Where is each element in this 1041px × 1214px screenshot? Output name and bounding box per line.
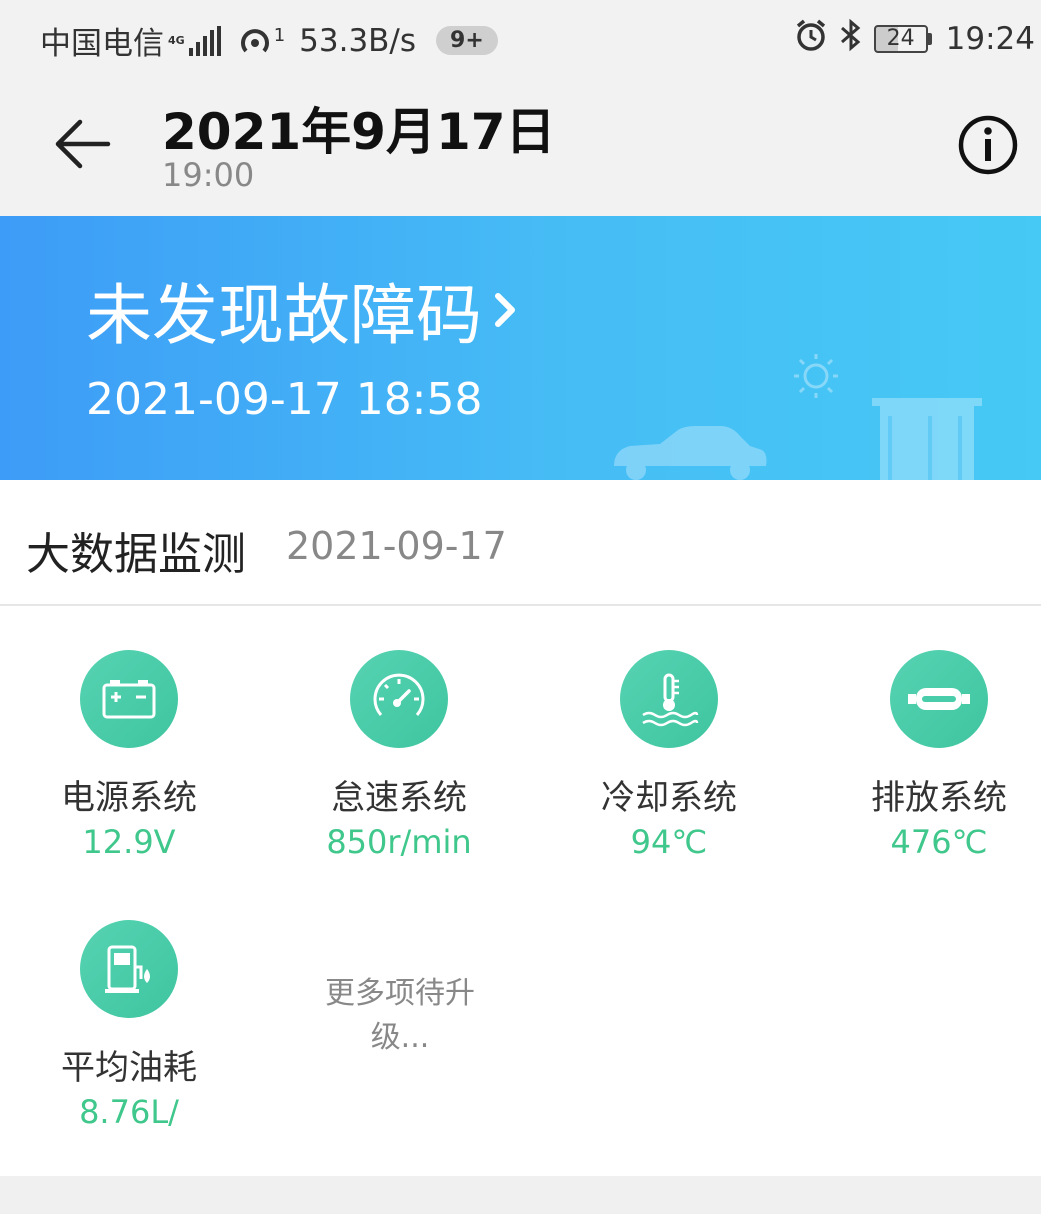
diagnosis-timestamp: 2021-09-17 18:58 — [86, 374, 483, 425]
arrow-left-icon — [55, 119, 111, 169]
metric-average-fuel[interactable]: 平均油耗 8.76L/ — [0, 920, 264, 1131]
page-title: 2021年9月17日 — [162, 103, 556, 161]
section-header: 大数据监测 2021-09-17 — [0, 480, 1041, 606]
signal-icon — [188, 25, 224, 56]
diagnosis-banner[interactable]: 未发现故障码 2021-09-17 18:58 — [0, 216, 1041, 480]
metric-name: 怠速系统 — [331, 778, 467, 818]
clock-time: 19:24 — [945, 21, 1035, 57]
fault-code-status-link[interactable]: 未发现故障码 — [86, 262, 518, 358]
hotspot-count: 1 — [273, 24, 286, 46]
metric-value: 8.76L/ — [79, 1093, 179, 1131]
app-bar: 2021年9月17日 19:00 — [0, 76, 1041, 216]
hotspot-icon: 1 — [236, 25, 285, 57]
metric-power-system[interactable]: 电源系统 12.9V — [0, 650, 264, 861]
metric-value: 94℃ — [630, 823, 708, 861]
metrics-grid: 电源系统 12.9V 怠速系统 850r/min 冷却系统 94℃ 排放系统 4… — [0, 606, 1041, 1176]
network-type-label: 4G — [168, 34, 185, 47]
page-subtitle: 19:00 — [162, 156, 255, 194]
carrier-label: 中国电信 — [40, 26, 164, 62]
status-bar: 中国电信 4G 1 53.3B/s 9+ 24 19:24 — [0, 0, 1041, 76]
metric-idle-system[interactable]: 怠速系统 850r/min — [264, 650, 534, 861]
coolant-temperature-icon — [620, 650, 718, 748]
alarm-icon — [794, 18, 828, 60]
metric-name: 冷却系统 — [601, 778, 737, 818]
speedometer-icon — [350, 650, 448, 748]
metric-emission-system[interactable]: 排放系统 476℃ — [804, 650, 1041, 861]
back-button[interactable] — [50, 112, 114, 176]
metric-value: 12.9V — [82, 823, 176, 861]
fuel-pump-icon — [80, 920, 178, 1018]
exhaust-icon — [890, 650, 988, 748]
metric-value: 476℃ — [890, 823, 988, 861]
section-title: 大数据监测 — [26, 529, 246, 580]
section-date: 2021-09-17 — [286, 524, 507, 568]
metric-name: 电源系统 — [61, 778, 197, 818]
metric-cooling-system[interactable]: 冷却系统 94℃ — [534, 650, 804, 861]
net-speed: 53.3B/s — [299, 22, 417, 59]
battery-status-icon: 24 — [873, 25, 932, 53]
chevron-right-icon — [495, 293, 515, 327]
metric-value: 850r/min — [326, 823, 472, 861]
bluetooth-icon — [838, 18, 864, 60]
metric-name: 平均油耗 — [61, 1048, 197, 1088]
car-scene-illustration — [614, 354, 982, 480]
more-items-pending-text: 更多项待升级... — [325, 976, 475, 1055]
fault-code-status: 未发现故障码 — [86, 277, 482, 354]
metric-name: 排放系统 — [871, 778, 1007, 818]
battery-icon — [80, 650, 178, 748]
info-icon — [958, 115, 1018, 175]
info-button[interactable] — [957, 114, 1019, 176]
bottom-divider — [0, 1176, 1041, 1214]
notification-badge: 9+ — [436, 26, 498, 55]
